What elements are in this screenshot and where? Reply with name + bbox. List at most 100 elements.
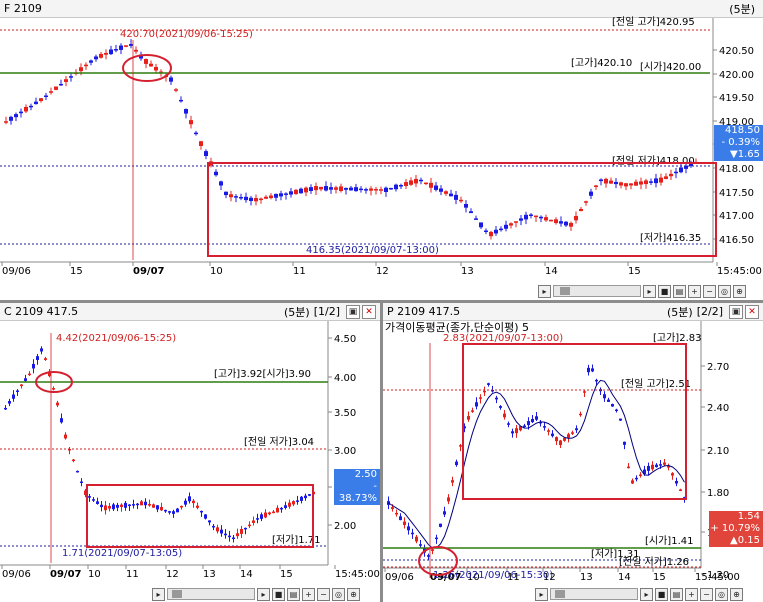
play-icon[interactable]: ▸	[257, 587, 270, 601]
x-tick-label: 09/06	[385, 572, 414, 583]
candle-body	[663, 462, 666, 465]
candle-body	[431, 549, 434, 551]
chart-icon[interactable]: ▤	[287, 587, 300, 601]
zoom-out-icon[interactable]: −	[700, 587, 713, 601]
zoom-reset-icon[interactable]: ◎	[715, 587, 728, 601]
candle-body	[391, 507, 394, 509]
zoom-in-icon[interactable]: +	[685, 587, 698, 601]
candle-body	[419, 179, 423, 182]
zoom-fit-icon[interactable]: ⊕	[730, 587, 743, 601]
candle-body	[188, 496, 191, 502]
candle-body	[395, 512, 398, 515]
zoom-in-icon[interactable]: +	[302, 587, 315, 601]
put-open-label: [시가]1.41	[645, 535, 693, 547]
x-tick-label: 13	[461, 266, 474, 277]
put-badge-chg: ▲0.15	[730, 535, 760, 546]
zoom-fit-icon[interactable]: ⊕	[733, 284, 746, 298]
candle-body	[583, 391, 586, 393]
candle-body	[615, 409, 618, 412]
candle-body	[503, 413, 506, 418]
candle-body	[216, 527, 219, 532]
candle-body	[16, 390, 19, 393]
candle-body	[224, 191, 228, 196]
call-chart-svg[interactable]: 4.50 4.00 3.50 3.00 2.50 2.00 09/06 09/07 10 11 12…	[0, 303, 380, 602]
candle-body	[543, 426, 546, 428]
candle-body	[534, 215, 538, 218]
put-scroll-slider[interactable]	[550, 588, 638, 600]
candle-body	[655, 464, 658, 468]
candle-body	[479, 222, 483, 228]
candle-body	[635, 477, 638, 480]
candle-body	[439, 188, 443, 192]
candle-body	[674, 171, 678, 174]
call-price-badge: 2.50 - 38.73% ▼1.58	[334, 469, 380, 516]
candle-body	[451, 480, 454, 483]
play-icon[interactable]: ▸	[152, 587, 165, 601]
stop-icon[interactable]: ■	[658, 284, 671, 298]
candle-body	[44, 95, 48, 98]
candle-body	[554, 219, 558, 224]
chart-icon[interactable]: ▤	[673, 284, 686, 298]
candle-body	[671, 473, 674, 476]
candle-body	[19, 111, 23, 114]
candle-body	[294, 189, 298, 195]
candle-body	[39, 98, 43, 102]
candle-body	[314, 186, 318, 191]
zoom-fit-icon[interactable]: ⊕	[347, 587, 360, 601]
x-tick-label: 10	[210, 266, 223, 277]
put-chart-svg[interactable]: 2.702.402.101.801.501.2009/0609/07101112…	[383, 303, 763, 602]
candle-body	[454, 194, 458, 200]
candle-body	[443, 511, 446, 515]
candle-body	[309, 187, 313, 191]
play-icon[interactable]: ▸	[535, 587, 548, 601]
candle-body	[494, 229, 498, 234]
y-tick-label: 2.10	[707, 446, 729, 457]
candle-body	[164, 509, 167, 512]
candle-body	[234, 196, 238, 198]
candle-body	[575, 428, 578, 431]
stop-icon[interactable]: ■	[272, 587, 285, 601]
zoom-out-icon[interactable]: −	[703, 284, 716, 298]
candle-body	[394, 184, 398, 190]
chart-icon[interactable]: ▤	[670, 587, 683, 601]
candle-body	[427, 555, 430, 557]
candle-body	[359, 188, 363, 191]
candle-body	[176, 508, 179, 513]
candle-body	[434, 185, 438, 190]
candle-body	[584, 201, 588, 203]
call-badge-chg: ▼1.58	[347, 505, 377, 516]
candle-body	[529, 214, 533, 216]
x-tick-label: 15:45:00	[335, 569, 380, 580]
candle-body	[334, 187, 338, 190]
candle-body	[659, 464, 662, 466]
candle-body	[144, 501, 147, 506]
zoom-in-icon[interactable]: +	[688, 284, 701, 298]
candle-body	[499, 406, 502, 408]
play-icon[interactable]: ▸	[643, 284, 656, 298]
candle-body	[611, 404, 614, 407]
candle-body	[629, 183, 633, 186]
zoom-reset-icon[interactable]: ◎	[332, 587, 345, 601]
candle-body	[279, 193, 283, 197]
candle-body	[119, 45, 123, 50]
candle-body	[280, 507, 283, 510]
candle-body	[260, 514, 263, 519]
candle-body	[679, 489, 682, 491]
candle-body	[344, 187, 348, 190]
candle-body	[659, 177, 663, 183]
candle-body	[49, 91, 53, 93]
candle-body	[79, 67, 83, 72]
futures-price-badge: 418.50 - 0.39% ▼1.65	[714, 125, 763, 161]
zoom-out-icon[interactable]: −	[317, 587, 330, 601]
call-scroll-slider[interactable]	[167, 588, 255, 600]
stop-icon[interactable]: ■	[655, 587, 668, 601]
futures-scroll-slider[interactable]	[553, 285, 641, 297]
play-icon[interactable]: ▸	[538, 284, 551, 298]
play-icon[interactable]: ▸	[640, 587, 653, 601]
x-tick-label: 09/06	[2, 569, 31, 580]
candle-body	[24, 106, 28, 112]
candle-body	[174, 89, 178, 91]
futures-chart-svg[interactable]: 420.50420.00419.50419.00418.50418.00417.…	[0, 0, 763, 300]
candle-body	[12, 394, 15, 399]
zoom-reset-icon[interactable]: ◎	[718, 284, 731, 298]
